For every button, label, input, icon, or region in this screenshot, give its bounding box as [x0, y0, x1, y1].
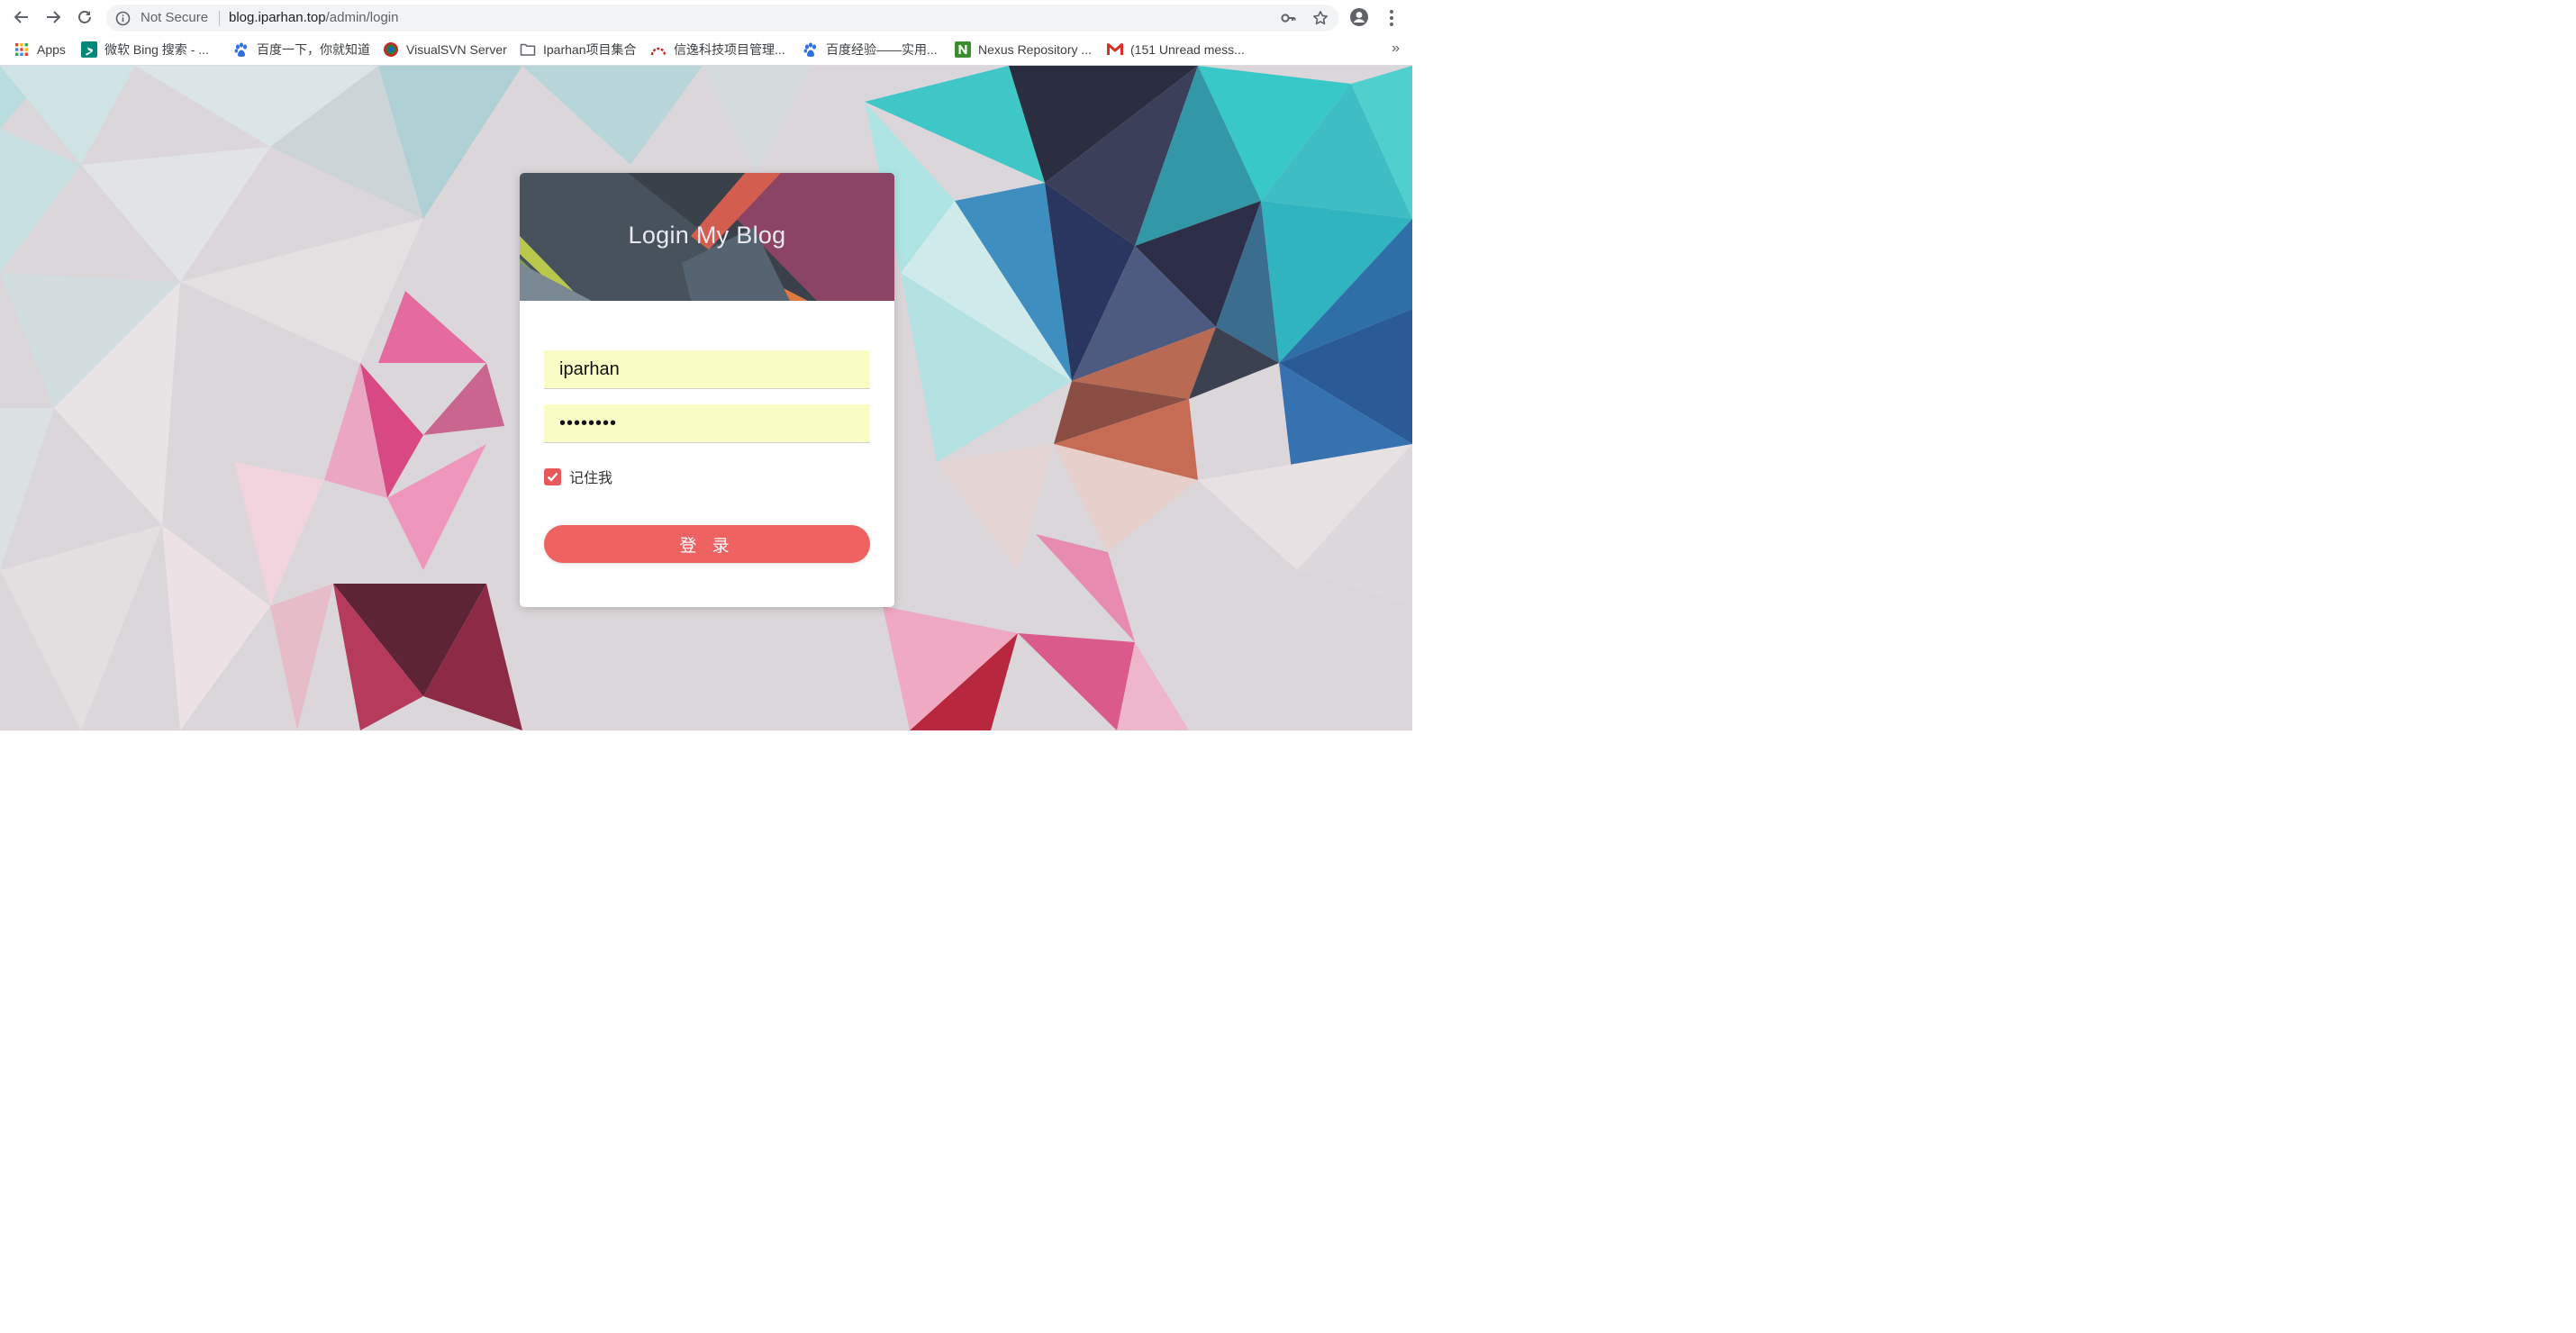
- login-card-header: Login My Blog: [520, 173, 894, 301]
- password-input[interactable]: [544, 404, 870, 443]
- url-host: blog.iparhan.top: [229, 10, 326, 25]
- url-path: /admin/login: [325, 10, 399, 25]
- bookmark-baidu-jingyan[interactable]: 百度经验——实用...: [803, 34, 938, 65]
- baidu-paw-icon: [803, 41, 819, 58]
- bookmark-baidu[interactable]: 百度一下，你就知道: [233, 34, 370, 65]
- browser-menu-icon[interactable]: [1383, 8, 1401, 28]
- bookmark-nexus[interactable]: Nexus Repository ...: [955, 34, 1092, 65]
- login-button[interactable]: 登 录: [544, 525, 870, 563]
- back-arrow-icon: [14, 11, 28, 23]
- back-button[interactable]: [9, 5, 34, 30]
- bookmark-label: 信逸科技项目管理...: [674, 42, 785, 57]
- nexus-icon: [955, 41, 971, 58]
- info-icon[interactable]: [115, 11, 131, 31]
- baidu-paw-icon: [233, 41, 249, 58]
- bookmark-star-icon[interactable]: [1311, 9, 1329, 27]
- bookmark-gmail[interactable]: (151 Unread mess...: [1107, 34, 1245, 65]
- bookmark-visualsvn[interactable]: VisualSVN Server: [383, 34, 507, 65]
- browser-toolbar: Not Secure blog.iparhan.top/admin/login: [0, 0, 1412, 34]
- checkbox-checked-icon[interactable]: [544, 467, 561, 485]
- bookmark-label: VisualSVN Server: [406, 42, 507, 57]
- bookmark-label: 微软 Bing 搜索 - ...: [104, 42, 209, 57]
- reload-icon: [78, 11, 91, 23]
- bookmark-xinyi[interactable]: 信逸科技项目管理...: [650, 34, 785, 65]
- reload-button[interactable]: [72, 5, 97, 30]
- folder-icon: [520, 41, 536, 58]
- bookmark-label: (151 Unread mess...: [1130, 42, 1245, 57]
- visualsvn-icon: [383, 41, 399, 58]
- red-arc-icon: [650, 41, 667, 58]
- bing-icon: [81, 41, 97, 58]
- login-title: Login My Blog: [628, 222, 786, 249]
- bookmark-label: 百度经验——实用...: [826, 42, 938, 57]
- key-icon[interactable]: [1279, 9, 1297, 27]
- security-status: Not Secure: [141, 10, 209, 25]
- bookmarks-overflow-button[interactable]: »: [1392, 41, 1400, 57]
- forward-arrow-icon: [47, 11, 61, 23]
- bookmark-label: Apps: [37, 42, 66, 57]
- bookmark-iparhan-projects[interactable]: Iparhan项目集合: [520, 34, 636, 65]
- gmail-icon: [1107, 41, 1123, 58]
- address-bar[interactable]: Not Secure blog.iparhan.top/admin/login: [106, 5, 1338, 32]
- forward-button[interactable]: [41, 5, 66, 30]
- bookmark-apps[interactable]: Apps: [14, 34, 66, 65]
- bookmark-label: Nexus Repository ...: [978, 42, 1093, 57]
- profile-avatar-icon[interactable]: [1349, 7, 1369, 27]
- bookmark-label: 百度一下，你就知道: [257, 42, 370, 57]
- login-card: Login My Blog 记住我 登 录: [520, 173, 894, 607]
- omnibox-divider: [219, 11, 220, 26]
- bookmarks-bar: Apps 微软 Bing 搜索 - ... 百度一下，你就知道 VisualSV…: [0, 34, 1412, 66]
- remember-me-checkbox[interactable]: 记住我: [544, 466, 612, 487]
- bookmark-bing[interactable]: 微软 Bing 搜索 - ...: [81, 34, 209, 65]
- url-text[interactable]: blog.iparhan.top/admin/login: [229, 10, 398, 25]
- bookmark-label: Iparhan项目集合: [543, 42, 637, 57]
- username-input[interactable]: [544, 350, 870, 389]
- remember-me-label: 记住我: [569, 471, 613, 486]
- apps-grid-icon: [14, 41, 30, 58]
- page-viewport: Login My Blog 记住我 登 录: [0, 66, 1412, 730]
